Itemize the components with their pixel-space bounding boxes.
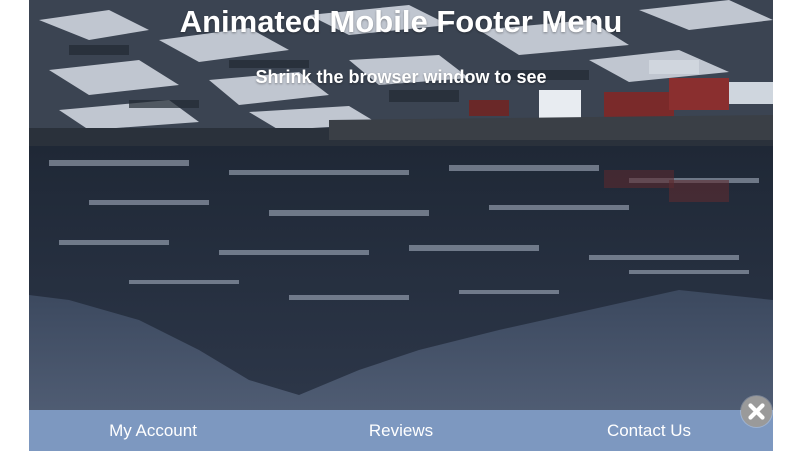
footer-item-contact-us[interactable]: Contact Us	[525, 410, 773, 451]
close-menu-button[interactable]	[741, 396, 772, 427]
close-icon	[748, 403, 765, 420]
page-title: Animated Mobile Footer Menu	[179, 4, 623, 39]
page-subtitle: Shrink the browser window to see	[255, 67, 547, 87]
page-viewport: Animated Mobile Footer Menu Shrink the b…	[29, 0, 773, 453]
footer-item-my-account[interactable]: My Account	[29, 410, 277, 451]
footer-item-reviews[interactable]: Reviews	[277, 410, 525, 451]
footer-menu: My Account Reviews Contact Us	[29, 410, 773, 451]
